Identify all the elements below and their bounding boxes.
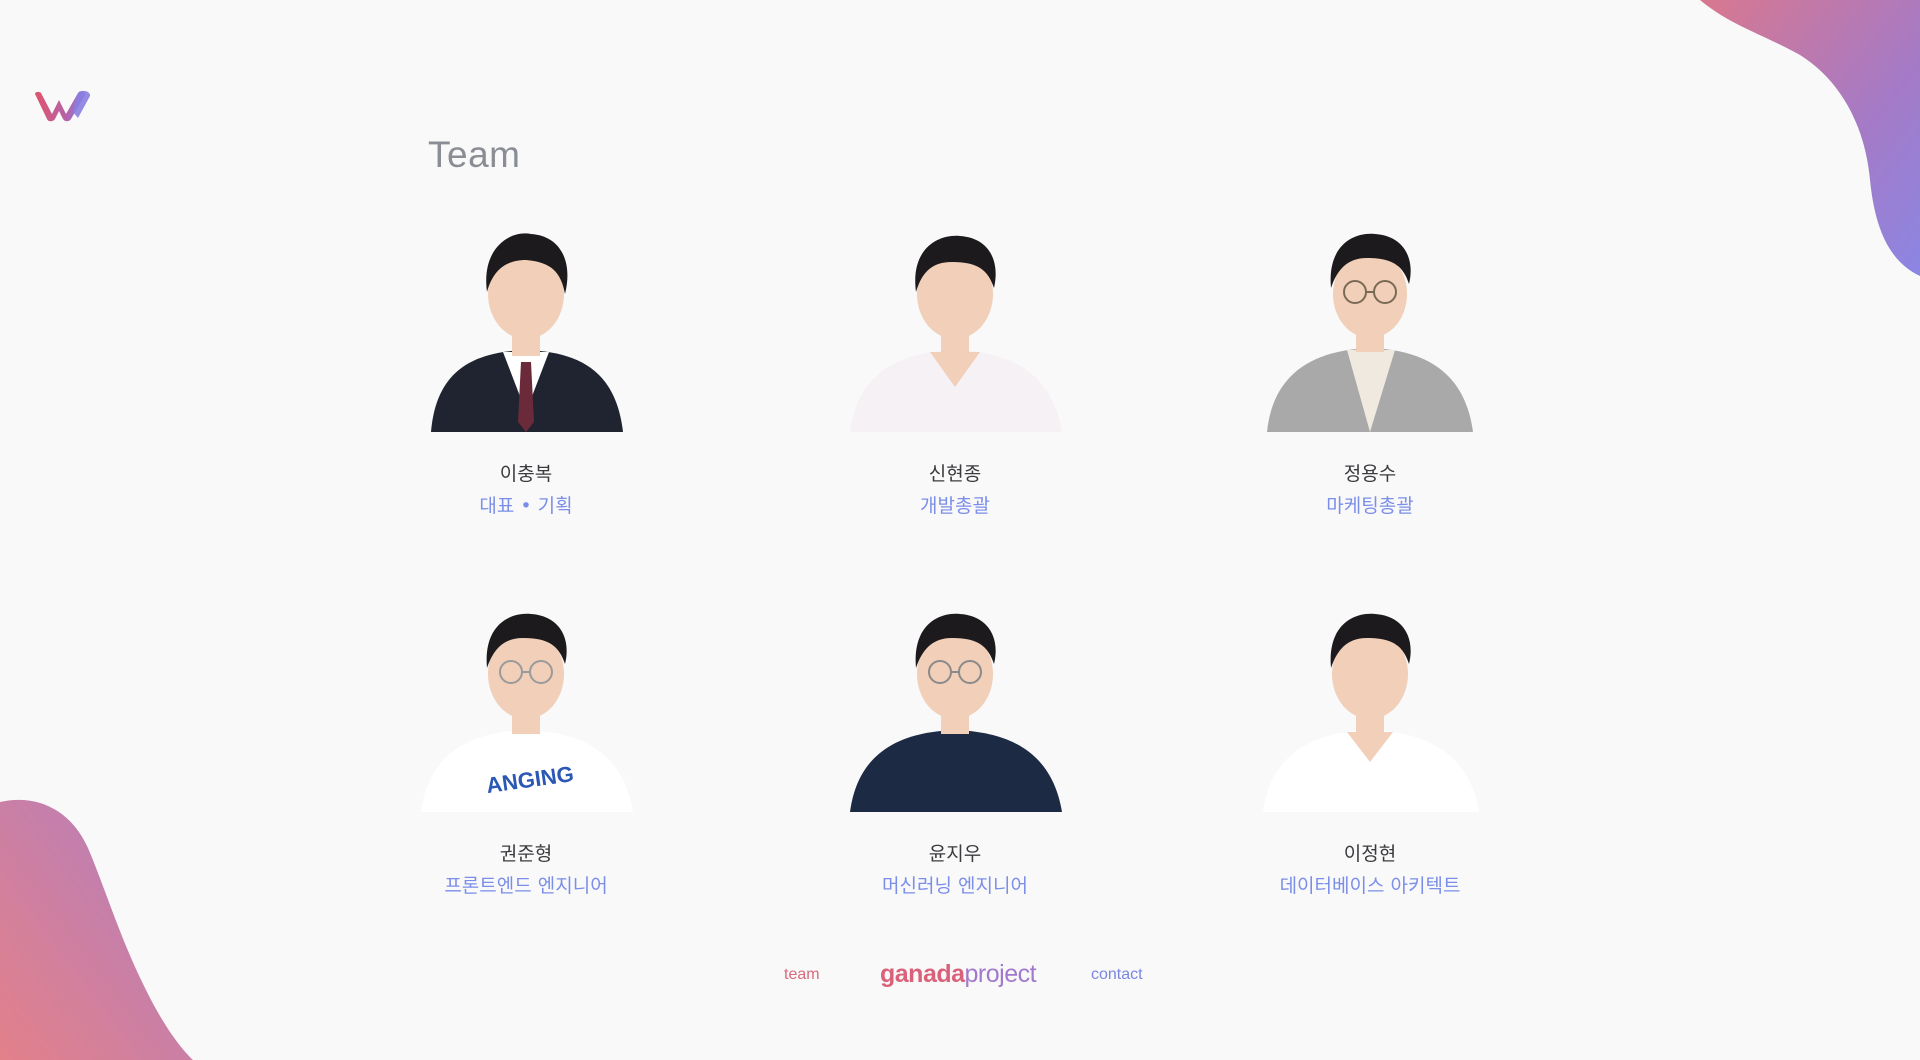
member-role: 마케팅총괄	[1326, 495, 1414, 517]
corner-blob-bottom-left	[0, 799, 193, 1060]
member-name: 윤지우	[928, 843, 982, 865]
team-link[interactable]: team	[784, 966, 820, 984]
member-name: 신현종	[928, 463, 982, 485]
team-page: Team 이충복 대표 • 기획 신현종 개발총괄 정용수 마케팅총괄 ANGI…	[0, 0, 1920, 1060]
member-photo: ANGING	[411, 602, 641, 812]
member-photo	[1255, 222, 1485, 432]
corner-blob-top-right	[1700, 0, 1920, 276]
page-title: Team	[428, 134, 521, 175]
portrait-avatar	[1263, 613, 1479, 812]
member-role: 대표 • 기획	[479, 495, 573, 517]
member-photo	[840, 602, 1070, 812]
team-member-card: 정용수 마케팅총괄	[1220, 222, 1520, 520]
member-photo	[1255, 602, 1485, 812]
member-role: 개발총괄	[920, 495, 990, 517]
member-name: 권준형	[499, 843, 553, 865]
footer-nav: team ganadaproject contact	[0, 960, 1920, 990]
team-member-card: 윤지우 머신러닝 엔지니어	[805, 602, 1105, 900]
portrait-avatar: ANGING	[421, 613, 633, 812]
member-name: 정용수	[1343, 463, 1397, 485]
team-member-card: 이정현 데이터베이스 아키텍트	[1220, 602, 1520, 900]
w-logo-icon[interactable]	[33, 90, 93, 122]
portrait-avatar	[850, 235, 1062, 432]
portrait-avatar	[850, 613, 1062, 812]
portrait-avatar	[431, 233, 623, 432]
brand-light-text: project	[964, 960, 1037, 988]
member-role: 프론트엔드 엔지니어	[444, 875, 608, 897]
team-member-card: 이충복 대표 • 기획	[376, 222, 676, 520]
member-name: 이충복	[499, 463, 553, 485]
member-role: 머신러닝 엔지니어	[882, 875, 1028, 897]
brand-logo[interactable]: ganadaproject	[880, 960, 1037, 989]
team-member-card: 신현종 개발총괄	[805, 222, 1105, 520]
member-photo	[840, 222, 1070, 432]
brand-bold-text: ganada	[880, 960, 965, 988]
team-member-card: ANGING 권준형 프론트엔드 엔지니어	[376, 602, 676, 900]
member-photo	[411, 222, 641, 432]
member-role: 데이터베이스 아키텍트	[1279, 875, 1461, 897]
member-name: 이정현	[1343, 843, 1397, 865]
contact-link[interactable]: contact	[1091, 966, 1143, 984]
portrait-avatar	[1267, 233, 1473, 432]
